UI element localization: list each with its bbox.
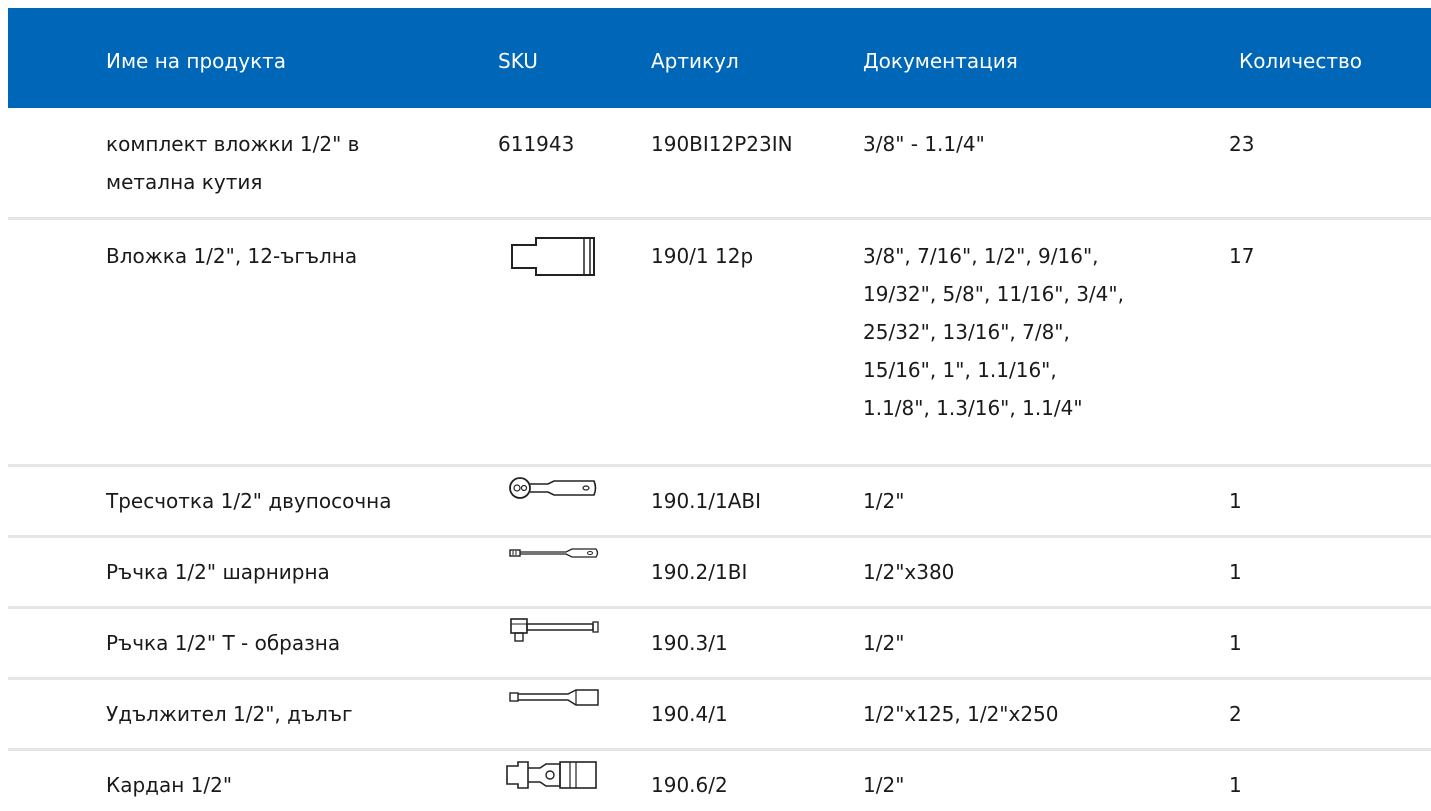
documentation-line: 1/2" (863, 489, 905, 513)
header-product-name[interactable]: Име на продукта (106, 47, 286, 75)
documentation-line: 19/32", 5/8", 11/16", 3/4", (863, 282, 1124, 306)
header-quantity[interactable]: Количество (1239, 47, 1362, 75)
socket-icon (510, 235, 598, 277)
table-header: Име на продукта SKU Артикул Документация… (8, 8, 1431, 108)
article-value: 190/1 12p (651, 244, 754, 268)
universal-joint-icon (504, 758, 600, 792)
header-sku[interactable]: SKU (498, 47, 538, 75)
documentation-line: 1/2"x380 (863, 560, 955, 584)
documentation-line: 3/8", 7/16", 1/2", 9/16", (863, 244, 1099, 268)
documentation-value: 3/8" - 1.1/4" (863, 125, 1203, 163)
product-name-line: комплект вложки 1/2" в (106, 132, 360, 156)
header-article[interactable]: Артикул (651, 47, 739, 75)
product-name-line: Кардан 1/2" (106, 773, 233, 797)
product-name[interactable]: Удължител 1/2", дълъг (106, 695, 486, 733)
table-row: Вложка 1/2", 12-ъгълна 190/1 12p 3/8", 7… (8, 220, 1431, 467)
product-name-line: Вложка 1/2", 12-ъгълна (106, 244, 358, 268)
product-name[interactable]: комплект вложки 1/2" в метална кутия (106, 125, 486, 201)
product-name[interactable]: Кардан 1/2" (106, 766, 486, 804)
quantity-value: 1 (1229, 489, 1242, 513)
documentation-line: 1.1/8", 1.3/16", 1.1/4" (863, 396, 1083, 420)
article-value: 190.2/1BI (651, 560, 748, 584)
product-name-line: метална кутия (106, 170, 263, 194)
documentation-line: 1/2"x125, 1/2"x250 (863, 702, 1059, 726)
sku-value: 611943 (498, 132, 575, 156)
documentation-line: 1/2" (863, 631, 905, 655)
documentation-value: 1/2" (863, 766, 1203, 804)
article-value: 190.6/2 (651, 773, 728, 797)
article-value: 190BI12P23IN (651, 132, 793, 156)
product-name-line: Тресчотка 1/2" двупосочна (106, 489, 392, 513)
header-documentation[interactable]: Документация (863, 47, 1018, 75)
product-name-line: Ръчка 1/2" Т - образна (106, 631, 341, 655)
quantity-value: 1 (1229, 631, 1242, 655)
table-row: Удължител 1/2", дълъг 190.4/1 1/2"x125, … (8, 680, 1431, 751)
documentation-value: 1/2"x125, 1/2"x250 (863, 695, 1203, 733)
table-row: комплект вложки 1/2" в метална кутия 611… (8, 108, 1431, 220)
documentation-value: 3/8", 7/16", 1/2", 9/16", 19/32", 5/8", … (863, 237, 1203, 427)
article-value: 190.3/1 (651, 631, 728, 655)
table-row: Кардан 1/2" 190.6/2 1/2" 1 (8, 751, 1431, 811)
article-value: 190.1/1ABI (651, 489, 762, 513)
product-name[interactable]: Ръчка 1/2" Т - образна (106, 624, 486, 662)
product-name[interactable]: Ръчка 1/2" шарнирна (106, 553, 486, 591)
product-name-line: Удължител 1/2", дълъг (106, 702, 353, 726)
product-name[interactable]: Тресчотка 1/2" двупосочна (106, 482, 486, 520)
quantity-value: 1 (1229, 560, 1242, 584)
extension-bar-icon (508, 687, 600, 709)
hinged-handle-icon (508, 546, 600, 560)
product-name-line: Ръчка 1/2" шарнирна (106, 560, 330, 584)
quantity-value: 17 (1229, 244, 1255, 268)
article-value: 190.4/1 (651, 702, 728, 726)
quantity-value: 1 (1229, 773, 1242, 797)
documentation-line: 15/16", 1", 1.1/16", (863, 358, 1057, 382)
documentation-value: 1/2" (863, 624, 1203, 662)
t-handle-icon (508, 616, 600, 648)
documentation-value: 1/2"x380 (863, 553, 1203, 591)
documentation-value: 1/2" (863, 482, 1203, 520)
documentation-line: 25/32", 13/16", 7/8", (863, 320, 1070, 344)
product-name[interactable]: Вложка 1/2", 12-ъгълна (106, 237, 486, 275)
table-row: Тресчотка 1/2" двупосочна 190.1/1ABI 1/2… (8, 467, 1431, 538)
table-row: Ръчка 1/2" Т - образна 190.3/1 1/2" 1 (8, 609, 1431, 680)
documentation-line: 1/2" (863, 773, 905, 797)
ratchet-icon (508, 476, 598, 502)
table-row: Ръчка 1/2" шарнирна 190.2/1BI 1/2"x380 1 (8, 538, 1431, 609)
quantity-value: 2 (1229, 702, 1242, 726)
documentation-line: 3/8" - 1.1/4" (863, 132, 985, 156)
page: Име на продукта SKU Артикул Документация… (0, 0, 1431, 811)
product-table: Име на продукта SKU Артикул Документация… (8, 8, 1431, 811)
quantity-value: 23 (1229, 132, 1255, 156)
